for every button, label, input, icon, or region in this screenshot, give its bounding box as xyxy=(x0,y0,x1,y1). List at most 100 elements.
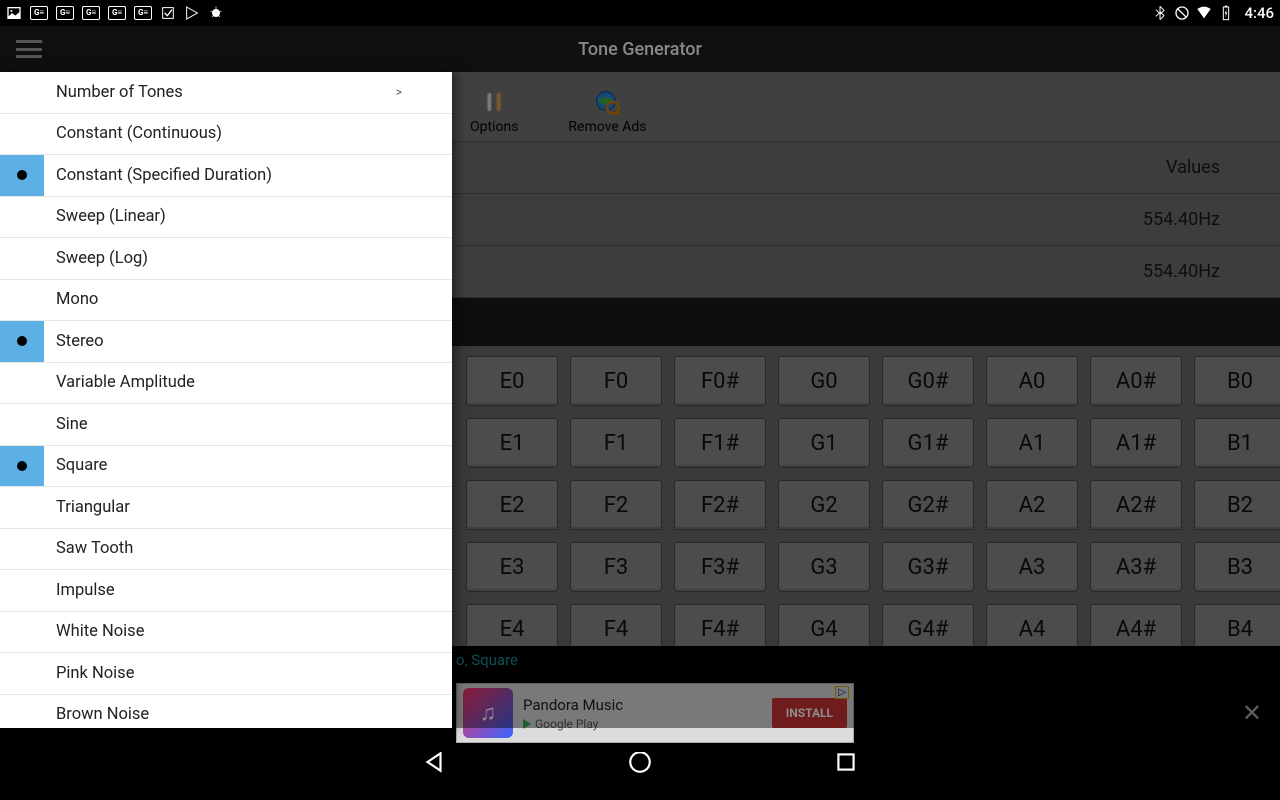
note-key-f2-sharp[interactable]: F2# xyxy=(674,480,766,530)
menu-item-saw-tooth[interactable]: Saw Tooth xyxy=(0,529,452,571)
options-label: Options xyxy=(470,119,518,135)
nav-back-button[interactable] xyxy=(421,749,447,779)
menu-item-number-of-tones[interactable]: Number of Tones> xyxy=(0,72,452,114)
note-key-g0[interactable]: G0 xyxy=(778,356,870,406)
note-key-f0[interactable]: F0 xyxy=(570,356,662,406)
ad-title: Pandora Music xyxy=(523,696,772,714)
note-key-f0-sharp[interactable]: F0# xyxy=(674,356,766,406)
note-key-g4-sharp[interactable]: G4# xyxy=(882,604,974,646)
ad-banner[interactable]: ♫ Pandora Music Google Play INSTALL ▷ xyxy=(456,683,854,743)
menu-item-label: Stereo xyxy=(44,332,452,351)
note-key-a3[interactable]: A3 xyxy=(986,542,1078,592)
note-key-f2[interactable]: F2 xyxy=(570,480,662,530)
note-key-g3[interactable]: G3 xyxy=(778,542,870,592)
app-title-bar: Tone Generator xyxy=(0,26,1280,72)
ad-store: Google Play xyxy=(523,717,772,731)
note-key-e1[interactable]: E1 xyxy=(466,418,558,468)
menu-item-constant-continuous[interactable]: Constant (Continuous) xyxy=(0,114,452,156)
menu-button[interactable] xyxy=(10,35,48,63)
menu-item-sine[interactable]: Sine xyxy=(0,404,452,446)
note-key-g2[interactable]: G2 xyxy=(778,480,870,530)
android-debug-icon xyxy=(208,5,224,21)
menu-item-variable-amplitude[interactable]: Variable Amplitude xyxy=(0,363,452,405)
note-key-g3-sharp[interactable]: G3# xyxy=(882,542,974,592)
do-not-disturb-icon xyxy=(1174,5,1190,21)
note-key-g4[interactable]: G4 xyxy=(778,604,870,646)
remove-ads-icon xyxy=(592,87,622,117)
ad-indicator-icon: ▷ xyxy=(835,686,849,699)
note-key-b1[interactable]: B1 xyxy=(1194,418,1280,468)
menu-item-label: Constant (Specified Duration) xyxy=(44,166,452,185)
note-key-f1[interactable]: F1 xyxy=(570,418,662,468)
menu-item-mono[interactable]: Mono xyxy=(0,280,452,322)
note-key-f3-sharp[interactable]: F3# xyxy=(674,542,766,592)
options-icon xyxy=(479,87,509,117)
note-key-a2-sharp[interactable]: A2# xyxy=(1090,480,1182,530)
menu-selected-indicator xyxy=(0,321,44,362)
menu-item-label: Sweep (Log) xyxy=(0,249,452,268)
notif-badge-icon: G≡ xyxy=(56,6,74,20)
menu-item-brown-noise[interactable]: Brown Noise xyxy=(0,695,452,729)
check-icon xyxy=(160,5,176,21)
note-key-f4-sharp[interactable]: F4# xyxy=(674,604,766,646)
menu-item-sweep-log[interactable]: Sweep (Log) xyxy=(0,238,452,280)
note-key-a1[interactable]: A1 xyxy=(986,418,1078,468)
menu-selected-indicator xyxy=(0,155,44,196)
note-key-g2-sharp[interactable]: G2# xyxy=(882,480,974,530)
nav-home-button[interactable] xyxy=(627,749,653,779)
note-key-a2[interactable]: A2 xyxy=(986,480,1078,530)
ad-close-button[interactable]: ✕ xyxy=(1242,699,1262,727)
note-key-a4[interactable]: A4 xyxy=(986,604,1078,646)
notif-badge-icon: G≡ xyxy=(134,6,152,20)
menu-item-square[interactable]: Square xyxy=(0,446,452,488)
options-button[interactable]: Options xyxy=(470,87,518,135)
note-key-b0[interactable]: B0 xyxy=(1194,356,1280,406)
note-key-f4[interactable]: F4 xyxy=(570,604,662,646)
app-title: Tone Generator xyxy=(578,39,702,60)
note-key-g0-sharp[interactable]: G0# xyxy=(882,356,974,406)
note-key-e4[interactable]: E4 xyxy=(466,604,558,646)
menu-item-label: Sine xyxy=(0,415,452,434)
note-key-b4[interactable]: B4 xyxy=(1194,604,1280,646)
menu-item-sweep-linear[interactable]: Sweep (Linear) xyxy=(0,197,452,239)
ad-install-button[interactable]: INSTALL xyxy=(772,698,847,728)
note-key-f1-sharp[interactable]: F1# xyxy=(674,418,766,468)
note-key-b2[interactable]: B2 xyxy=(1194,480,1280,530)
menu-item-label: Number of Tones xyxy=(0,83,452,102)
note-key-f3[interactable]: F3 xyxy=(570,542,662,592)
note-key-g1-sharp[interactable]: G1# xyxy=(882,418,974,468)
note-key-a0[interactable]: A0 xyxy=(986,356,1078,406)
freq-value-2: 554.40Hz xyxy=(1143,261,1220,282)
menu-item-label: White Noise xyxy=(0,622,452,641)
menu-item-stereo[interactable]: Stereo xyxy=(0,321,452,363)
wifi-icon xyxy=(1196,5,1212,21)
menu-item-label: Sweep (Linear) xyxy=(0,207,452,226)
menu-item-label: Mono xyxy=(0,290,452,309)
note-key-e0[interactable]: E0 xyxy=(466,356,558,406)
note-key-a1-sharp[interactable]: A1# xyxy=(1090,418,1182,468)
menu-item-label: Constant (Continuous) xyxy=(0,124,452,143)
menu-item-triangular[interactable]: Triangular xyxy=(0,487,452,529)
freq-value-1: 554.40Hz xyxy=(1143,209,1220,230)
notif-badge-icon: G≡ xyxy=(82,6,100,20)
menu-item-label: Brown Noise xyxy=(0,705,452,724)
note-key-a0-sharp[interactable]: A0# xyxy=(1090,356,1182,406)
note-key-e2[interactable]: E2 xyxy=(466,480,558,530)
note-key-a4-sharp[interactable]: A4# xyxy=(1090,604,1182,646)
values-header: Values xyxy=(1166,157,1220,178)
menu-item-label: Square xyxy=(44,456,452,475)
nav-recents-button[interactable] xyxy=(833,749,859,779)
menu-item-pink-noise[interactable]: Pink Noise xyxy=(0,653,452,695)
menu-item-impulse[interactable]: Impulse xyxy=(0,570,452,612)
chevron-right-icon: > xyxy=(396,85,402,99)
note-key-g1[interactable]: G1 xyxy=(778,418,870,468)
note-key-e3[interactable]: E3 xyxy=(466,542,558,592)
menu-item-white-noise[interactable]: White Noise xyxy=(0,612,452,654)
note-key-a3-sharp[interactable]: A3# xyxy=(1090,542,1182,592)
remove-ads-button[interactable]: Remove Ads xyxy=(568,87,646,135)
note-key-b3[interactable]: B3 xyxy=(1194,542,1280,592)
notif-badge-icon: G≡ xyxy=(30,6,48,20)
menu-item-label: Variable Amplitude xyxy=(0,373,452,392)
side-menu: Number of Tones> Constant (Continuous) Con… xyxy=(0,72,452,728)
menu-item-constant-specified-duration[interactable]: Constant (Specified Duration) xyxy=(0,155,452,197)
